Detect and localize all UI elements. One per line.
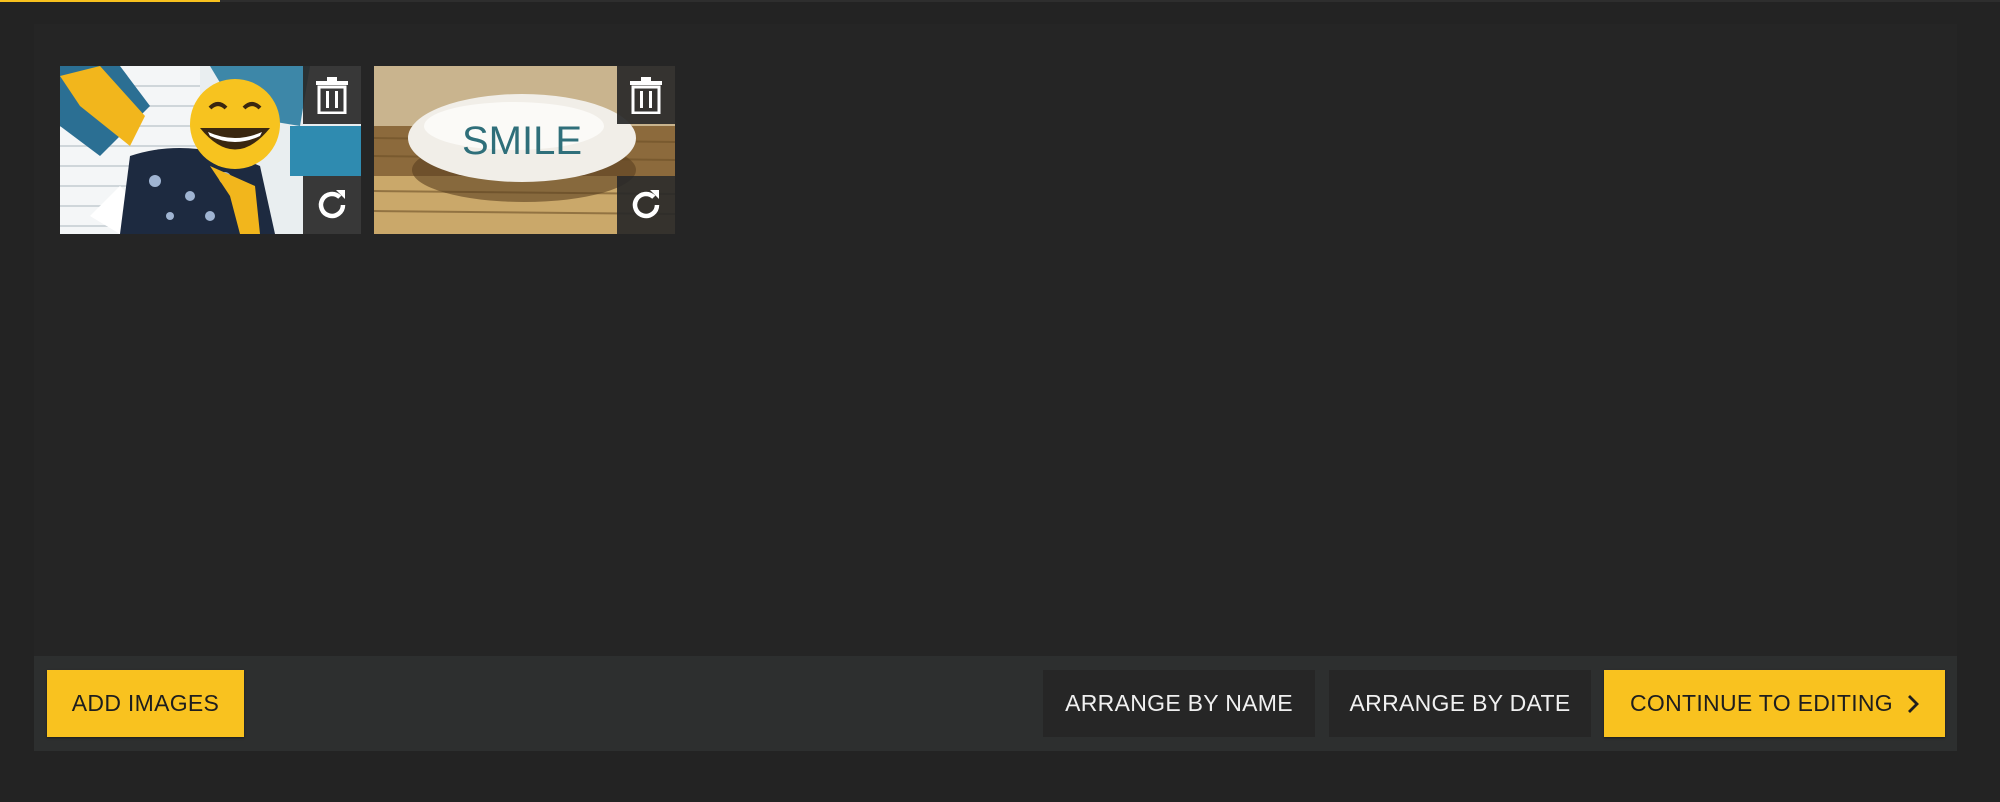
rotate-icon <box>318 190 346 219</box>
add-images-button[interactable]: ADD IMAGES <box>47 670 244 737</box>
trash-icon <box>630 77 662 114</box>
arrange-by-date-button[interactable]: ARRANGE BY DATE <box>1329 670 1591 737</box>
image-thumbnail-2[interactable]: SMILE <box>374 66 675 234</box>
progress-track <box>0 0 2000 2</box>
stone-text: SMILE <box>462 119 582 163</box>
chevron-right-icon <box>1907 694 1919 714</box>
rotate-image-button[interactable] <box>303 176 361 234</box>
rotate-image-button[interactable] <box>617 176 675 234</box>
continue-to-editing-label: CONTINUE TO EDITING <box>1630 690 1893 716</box>
progress-bar <box>0 0 220 2</box>
delete-image-button[interactable] <box>617 66 675 124</box>
trash-icon <box>316 77 348 114</box>
rotate-icon <box>632 190 660 219</box>
continue-to-editing-button[interactable]: CONTINUE TO EDITING <box>1604 670 1945 737</box>
image-thumbnail-1[interactable] <box>60 66 361 234</box>
arrange-by-name-button[interactable]: ARRANGE BY NAME <box>1043 670 1315 737</box>
bottom-toolbar: ADD IMAGES ARRANGE BY NAME ARRANGE BY DA… <box>34 656 1957 751</box>
image-workspace: SMILE <box>34 24 1957 656</box>
delete-image-button[interactable] <box>303 66 361 124</box>
